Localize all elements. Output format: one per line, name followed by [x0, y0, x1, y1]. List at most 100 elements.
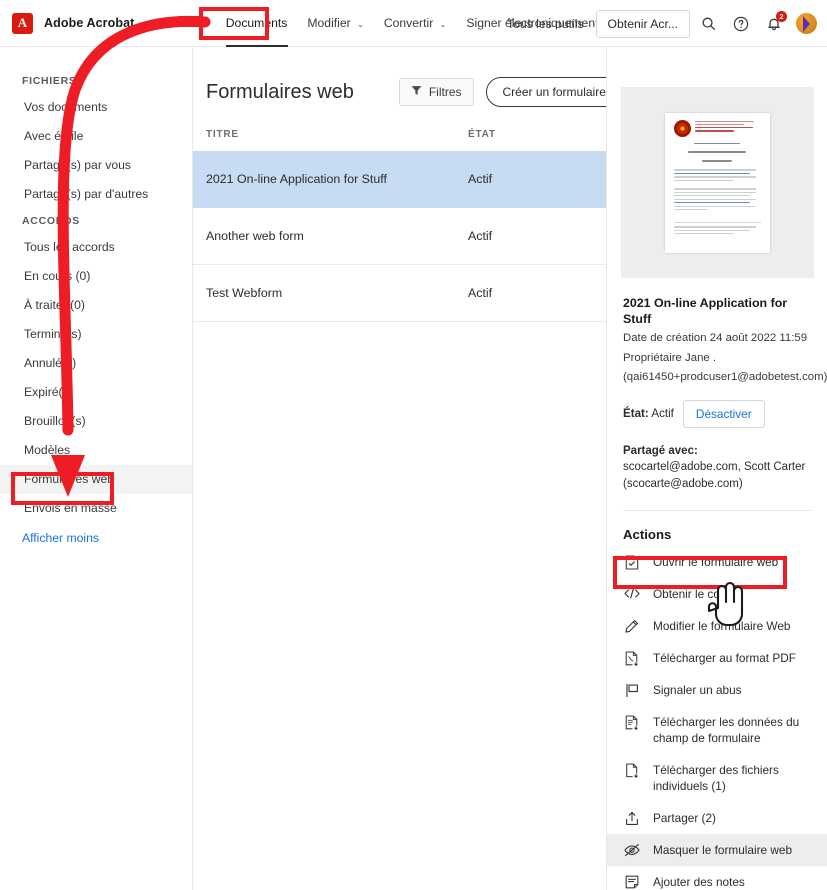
details-shared-value: scocartel@adobe.com, Scott Carter (scoca…	[623, 461, 806, 490]
main-header: Formulaires web Filtres Créer un formula…	[193, 47, 649, 107]
table-row[interactable]: Another web form Actif	[193, 208, 606, 265]
details-title: 2021 On-line Application for Stuff	[623, 296, 788, 326]
sidebar-item-expires[interactable]: Expiré(s)	[0, 378, 192, 407]
pencil-icon	[623, 618, 640, 634]
sidebar-item-en-cours[interactable]: En cours (0)	[0, 262, 192, 291]
action-telecharger-au-format-pdf[interactable]: Télécharger au format PDF	[607, 642, 827, 674]
details-shared: Partagé avec: scocartel@adobe.com, Scott…	[623, 443, 811, 493]
acrobat-web-app: A Adobe Acrobat Accueil Documents Modifi…	[0, 0, 827, 890]
university-seal-icon	[673, 119, 691, 137]
sidebar-item-a-traiter[interactable]: À traiter (0)	[0, 291, 192, 320]
thumbnail-page	[664, 112, 770, 253]
sidebar-item-tous-les-accords[interactable]: Tous les accords	[0, 233, 192, 262]
chevron-down-icon: ⌄	[439, 20, 447, 29]
details-meta: 2021 On-line Application for Stuff Date …	[607, 295, 827, 511]
top-right-actions: Tous les outils Obtenir Acr... 2	[507, 0, 817, 47]
sidebar-item-avec-etoile[interactable]: Avec étoile	[0, 122, 192, 151]
highlight-documents-tab	[199, 7, 269, 40]
thumbnail-letterhead	[673, 119, 761, 137]
notification-badge: 2	[776, 10, 787, 22]
column-header-etat: ÉTAT	[468, 129, 496, 140]
status-badge: Actif	[651, 407, 674, 420]
details-owner: Propriétaire Jane .	[623, 351, 717, 364]
action-label: Télécharger des fichiers individuels (1)	[653, 763, 779, 793]
thumbnail-header-lines	[694, 120, 761, 134]
action-masquer-le-formulaire-web[interactable]: Masquer le formulaire web	[607, 834, 827, 866]
action-telecharger-des-fichiers-individuels[interactable]: Télécharger des fichiers individuels (1)	[607, 754, 827, 802]
action-signaler-un-abus[interactable]: Signaler un abus	[607, 674, 827, 706]
search-icon[interactable]	[693, 9, 723, 39]
acrobat-logo-icon: A	[12, 12, 33, 34]
table-row[interactable]: 2021 On-line Application for Stuff Actif	[193, 151, 606, 208]
details-state: État: Actif	[623, 407, 674, 420]
table-row[interactable]: Test Webform Actif	[193, 265, 606, 322]
sidebar-item-annules[interactable]: Annulé(s)	[0, 349, 192, 378]
brand[interactable]: A Adobe Acrobat	[12, 12, 135, 34]
sidebar-item-vos-documents[interactable]: Vos documents	[0, 93, 192, 122]
sidebar-item-brouillons[interactable]: Brouillon(s)	[0, 407, 192, 436]
share-icon	[623, 810, 640, 826]
action-label: Signaler un abus	[653, 683, 742, 697]
left-sidebar: FICHIERS Vos documents Avec étoile Parta…	[0, 47, 193, 890]
sidebar-item-partages-par-dautres[interactable]: Partagé(s) par d'autres	[0, 180, 192, 209]
help-icon[interactable]	[726, 9, 756, 39]
details-state-row: État: Actif Désactiver	[623, 399, 811, 428]
highlight-modifier-le-formulaire-web-action	[613, 556, 787, 589]
top-navigation-bar: A Adobe Acrobat Accueil Documents Modifi…	[0, 0, 827, 48]
nav-label: Convertir	[383, 16, 434, 30]
action-ajouter-des-notes[interactable]: Ajouter des notes	[607, 866, 827, 890]
row-title: Another web form	[206, 229, 304, 243]
notes-icon	[623, 874, 640, 889]
all-tools-link[interactable]: Tous les outils	[507, 17, 584, 31]
document-thumbnail[interactable]	[620, 87, 814, 278]
deactivate-button[interactable]: Désactiver	[682, 399, 765, 428]
action-label: Télécharger les données du champ de form…	[653, 715, 800, 745]
actions-title: Actions	[623, 527, 672, 542]
action-label: Télécharger au format PDF	[653, 651, 796, 665]
highlight-formulaires-web-sidebar	[11, 472, 114, 505]
download-pdf-icon	[623, 650, 640, 666]
chevron-down-icon: ⌄	[357, 20, 364, 29]
action-label: Masquer le formulaire web	[653, 843, 792, 857]
details-state-label: État:	[623, 407, 649, 420]
brand-name: Adobe Acrobat	[44, 16, 135, 30]
sidebar-section-fichiers: FICHIERS	[22, 75, 77, 87]
details-owner-email: (qai61450+prodcuser1@adobetest.com)	[623, 371, 827, 383]
row-state: Actif	[468, 229, 493, 243]
action-partager[interactable]: Partager (2)	[607, 802, 827, 834]
action-telecharger-les-donnees-du-champ-de-formulaire[interactable]: Télécharger les données du champ de form…	[607, 706, 827, 754]
details-shared-label: Partagé avec:	[623, 444, 698, 457]
nav-item-convertir[interactable]: Convertir ⌄	[374, 12, 457, 34]
download-files-icon	[623, 762, 640, 778]
row-state: Actif	[468, 172, 493, 186]
row-state: Actif	[468, 286, 493, 300]
nav-label: Modifier	[307, 16, 351, 30]
table-header: TITRE ÉTAT	[193, 107, 606, 151]
row-title: Test Webform	[206, 286, 283, 300]
sidebar-show-less-link[interactable]: Afficher moins	[0, 523, 192, 552]
action-label: Ajouter des notes	[653, 875, 745, 889]
sidebar-section-accords: ACCORDS	[22, 215, 80, 227]
row-title: 2021 On-line Application for Stuff	[206, 172, 387, 186]
action-label: Partager (2)	[653, 811, 716, 825]
sidebar-item-modeles[interactable]: Modèles	[0, 436, 192, 465]
sidebar-item-termines[interactable]: Terminé(s)	[0, 320, 192, 349]
avatar[interactable]	[796, 13, 817, 34]
action-modifier-le-formulaire-web[interactable]: Modifier le formulaire Web	[607, 610, 827, 642]
sidebar-item-partages-par-vous[interactable]: Partagé(s) par vous	[0, 151, 192, 180]
filter-icon	[411, 85, 422, 99]
filters-button[interactable]: Filtres	[398, 78, 474, 106]
eye-off-icon	[623, 842, 640, 857]
nav-item-modifier[interactable]: Modifier ⌄	[297, 12, 373, 34]
bell-icon[interactable]: 2	[759, 9, 789, 39]
download-data-icon	[623, 714, 640, 730]
main-content: Formulaires web Filtres Créer un formula…	[193, 47, 649, 890]
thumbnail-body-lines	[673, 142, 761, 234]
flag-icon	[623, 682, 640, 698]
page-title: Formulaires web	[206, 80, 354, 103]
get-acrobat-button[interactable]: Obtenir Acr...	[595, 9, 690, 38]
filters-label: Filtres	[428, 85, 462, 99]
details-created: Date de création 24 août 2022 11:59	[623, 332, 808, 344]
column-header-titre: TITRE	[206, 129, 239, 140]
action-label: Modifier le formulaire Web	[653, 619, 791, 633]
